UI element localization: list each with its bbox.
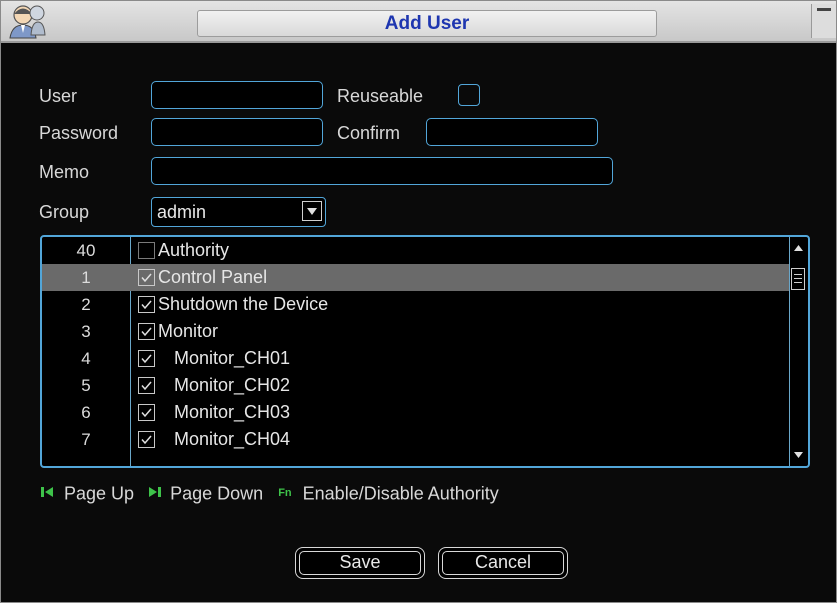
user-label: User — [39, 86, 78, 106]
scroll-thumb[interactable] — [791, 268, 805, 290]
page-up-icon — [41, 487, 53, 497]
page-up-hint: Page Up — [64, 483, 135, 504]
password-input[interactable] — [151, 118, 323, 146]
reuseable-checkbox[interactable] — [458, 84, 480, 106]
authority-checkbox[interactable] — [138, 296, 155, 313]
reuseable-label: Reuseable — [337, 86, 424, 106]
authority-checkbox[interactable] — [138, 431, 155, 448]
confirm-password-input[interactable] — [426, 118, 598, 146]
authority-header: Authority — [158, 240, 230, 260]
authority-checkbox[interactable] — [138, 404, 155, 421]
memo-input[interactable] — [151, 157, 613, 185]
authority-checkbox[interactable] — [138, 350, 155, 367]
table-row[interactable]: 7 Monitor_CH04 — [42, 426, 790, 453]
user-icon — [7, 3, 47, 39]
chevron-down-icon[interactable] — [302, 201, 322, 221]
table-row[interactable]: 3 Monitor — [42, 318, 790, 345]
toggle-authority-hint: Enable/Disable Authority — [302, 483, 499, 504]
authority-label: Monitor_CH01 — [174, 348, 291, 368]
table-row[interactable]: 6 Monitor_CH03 — [42, 399, 790, 426]
authority-label: Monitor — [158, 321, 219, 341]
authority-label: Monitor_CH03 — [174, 402, 291, 422]
authority-label: Monitor_CH02 — [174, 375, 291, 395]
table-row[interactable]: 5 Monitor_CH02 — [42, 372, 790, 399]
table-row[interactable]: 4 Monitor_CH01 — [42, 345, 790, 372]
scroll-down-icon[interactable] — [792, 448, 805, 461]
authority-checkbox[interactable] — [138, 323, 155, 340]
page-down-hint: Page Down — [170, 483, 264, 504]
minimize-button[interactable] — [811, 4, 836, 38]
page-down-icon — [149, 487, 162, 497]
select-all-checkbox[interactable] — [138, 242, 155, 259]
row-number: 2 — [81, 295, 91, 314]
row-number: 6 — [81, 403, 91, 422]
table-row[interactable]: 2 Shutdown the Device — [42, 291, 790, 318]
row-number: 3 — [81, 322, 91, 341]
key-hints: Page Up Page Down Fn Enable/Disable Auth… — [41, 481, 499, 504]
authority-label: Shutdown the Device — [158, 294, 329, 314]
table-header: 40 Authority — [42, 237, 790, 264]
password-label: Password — [39, 123, 119, 143]
scroll-up-icon[interactable] — [792, 242, 805, 255]
cancel-button[interactable]: Cancel — [438, 547, 568, 579]
authority-table: 40 Authority 1 Control Panel 2 Shutdown the… — [40, 235, 810, 468]
fn-key-icon: Fn — [278, 487, 292, 500]
dialog-title: Add User — [197, 10, 657, 37]
row-number: 1 — [81, 268, 91, 287]
group-select-value: admin — [157, 202, 207, 222]
title-bar: Add User — [1, 1, 836, 43]
total-count: 40 — [76, 241, 96, 260]
authority-checkbox[interactable] — [138, 377, 155, 394]
add-user-dialog: Add User User Reuseable Password Confirm… — [0, 0, 837, 603]
memo-label: Memo — [39, 162, 90, 182]
row-number: 7 — [81, 430, 91, 449]
authority-checkbox[interactable] — [138, 269, 155, 286]
user-input[interactable] — [151, 81, 323, 109]
row-number: 5 — [81, 376, 91, 395]
table-row[interactable]: 1 Control Panel — [42, 264, 790, 291]
group-label: Group — [39, 202, 90, 222]
row-number: 4 — [81, 349, 91, 368]
save-button[interactable]: Save — [295, 547, 425, 579]
authority-label: Monitor_CH04 — [174, 429, 291, 449]
confirm-label: Confirm — [337, 123, 401, 143]
authority-label: Control Panel — [158, 267, 268, 287]
scrollbar[interactable] — [789, 237, 808, 466]
group-select[interactable]: admin — [151, 197, 326, 227]
